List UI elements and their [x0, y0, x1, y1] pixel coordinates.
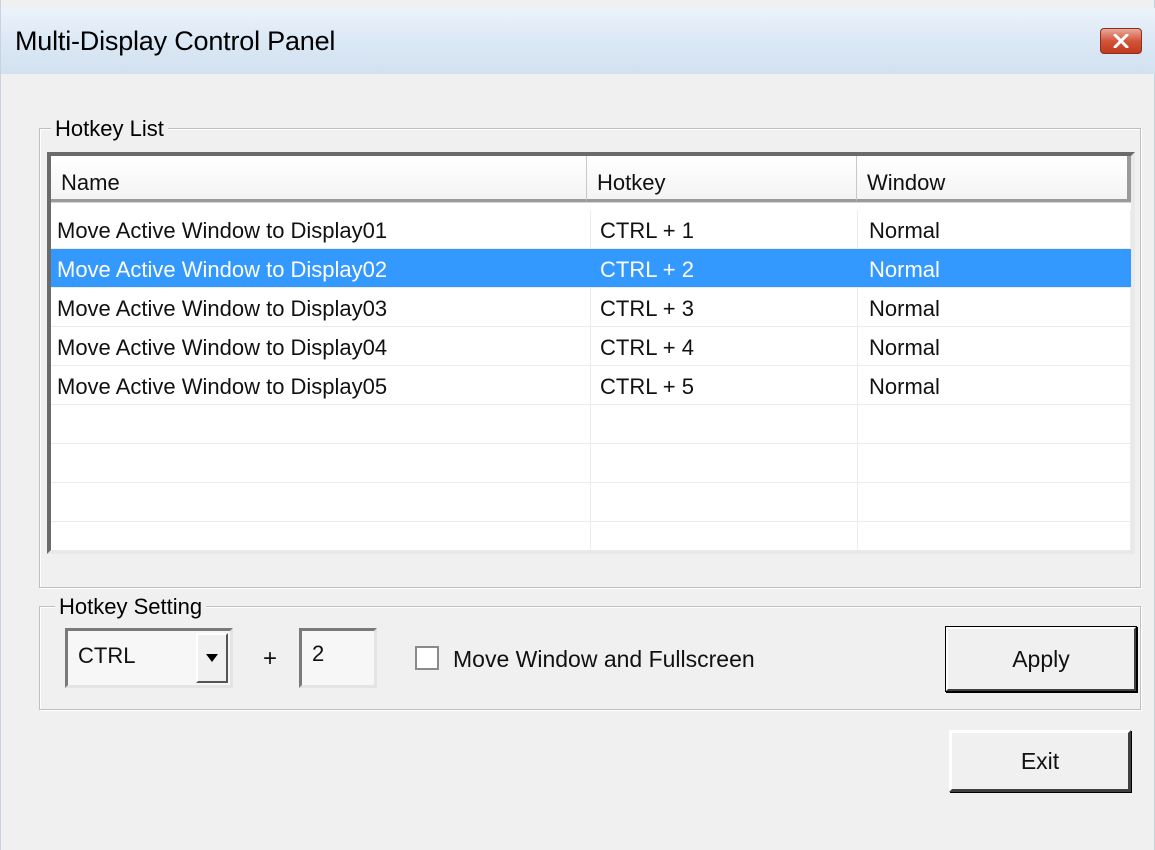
modifier-dropdown[interactable]: CTRL	[65, 628, 233, 688]
close-x-icon	[1113, 34, 1129, 48]
row-hotkey: CTRL + 3	[591, 288, 858, 326]
hotkey-list-legend: Hotkey List	[51, 116, 168, 142]
key-input[interactable]: 2	[299, 628, 377, 688]
exit-button[interactable]: Exit	[949, 730, 1131, 792]
multi-display-control-panel-window: Multi-Display Control Panel Hotkey List …	[0, 0, 1155, 850]
table-row[interactable]: Move Active Window to Display01 CTRL + 1…	[51, 210, 1131, 249]
hotkey-setting-legend: Hotkey Setting	[55, 594, 207, 620]
table-row[interactable]: Move Active Window to Display04 CTRL + 4…	[51, 327, 1131, 366]
row-name: Move Active Window to Display03	[51, 288, 591, 326]
row-window: Normal	[858, 327, 1131, 365]
empty-row	[51, 405, 1131, 444]
row-name: Move Active Window to Display04	[51, 327, 591, 365]
row-window: Normal	[858, 249, 1131, 287]
row-hotkey: CTRL + 5	[591, 366, 858, 404]
plus-sign: +	[263, 645, 278, 672]
row-window: Normal	[858, 366, 1131, 404]
dropdown-button[interactable]	[196, 633, 228, 683]
apply-button[interactable]: Apply	[945, 626, 1137, 692]
fullscreen-checkbox-label[interactable]: Move Window and Fullscreen	[453, 646, 755, 673]
row-hotkey: CTRL + 1	[591, 210, 858, 248]
row-window: Normal	[858, 288, 1131, 326]
listview-header: Name Hotkey Window	[51, 156, 1131, 203]
column-header-window[interactable]: Window	[857, 156, 1131, 202]
hotkey-listview[interactable]: Name Hotkey Window Move Active Window to…	[47, 152, 1135, 554]
listview-body: Move Active Window to Display01 CTRL + 1…	[51, 210, 1131, 550]
close-button[interactable]	[1100, 28, 1142, 54]
column-header-name[interactable]: Name	[51, 156, 587, 202]
table-row-selected[interactable]: Move Active Window to Display02 CTRL + 2…	[51, 249, 1131, 288]
row-window: Normal	[858, 210, 1131, 248]
empty-row	[51, 483, 1131, 522]
row-name: Move Active Window to Display02	[51, 249, 591, 287]
window-title: Multi-Display Control Panel	[15, 26, 336, 56]
row-name: Move Active Window to Display01	[51, 210, 591, 248]
title-bar[interactable]: Multi-Display Control Panel	[1, 8, 1155, 74]
table-row[interactable]: Move Active Window to Display03 CTRL + 3…	[51, 288, 1131, 327]
row-hotkey: CTRL + 4	[591, 327, 858, 365]
table-row[interactable]: Move Active Window to Display05 CTRL + 5…	[51, 366, 1131, 405]
row-name: Move Active Window to Display05	[51, 366, 591, 404]
row-hotkey: CTRL + 2	[591, 249, 858, 287]
column-header-hotkey[interactable]: Hotkey	[587, 156, 857, 202]
fullscreen-checkbox[interactable]	[415, 646, 439, 670]
chevron-down-icon	[206, 654, 218, 662]
modifier-value: CTRL	[78, 643, 136, 668]
empty-row	[51, 444, 1131, 483]
empty-row	[51, 522, 1131, 550]
